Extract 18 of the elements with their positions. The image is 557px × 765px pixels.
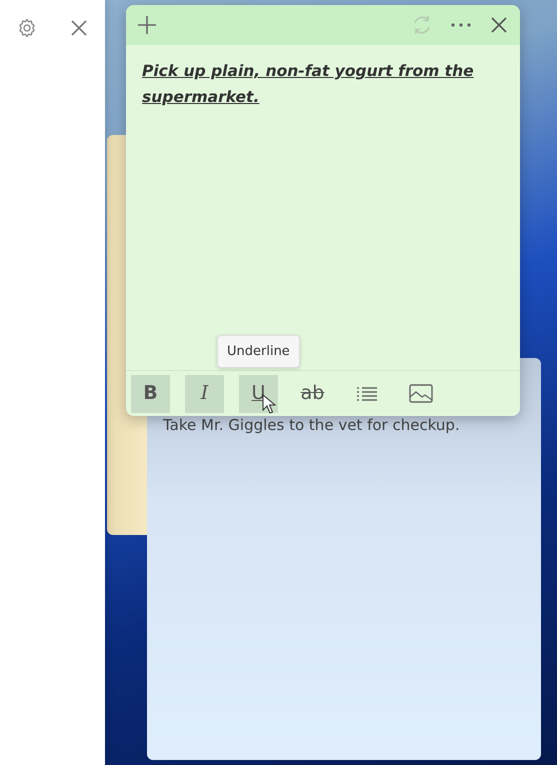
list-icon <box>356 386 378 402</box>
format-button[interactable]: B <box>131 374 170 412</box>
image-icon <box>408 384 432 403</box>
cursor-icon <box>262 394 276 414</box>
note-text: Pick up plain, non-fat yogurt from the supermarket. <box>142 62 474 106</box>
format-button[interactable]: ab <box>293 374 332 412</box>
close-icon <box>490 16 508 34</box>
settings-icon <box>16 18 36 38</box>
note-text: Take Mr. Giggles to the vet for checkup. <box>163 415 460 436</box>
settings-button[interactable] <box>16 17 37 39</box>
plus-icon <box>137 15 157 35</box>
format-button[interactable]: I <box>185 374 224 412</box>
sync-icon <box>411 14 433 36</box>
close-icon <box>70 19 88 37</box>
format-button[interactable]: U <box>239 374 278 412</box>
more-icon <box>450 22 472 28</box>
add-note-button[interactable] <box>136 14 158 36</box>
tooltip: Underline <box>217 334 300 368</box>
